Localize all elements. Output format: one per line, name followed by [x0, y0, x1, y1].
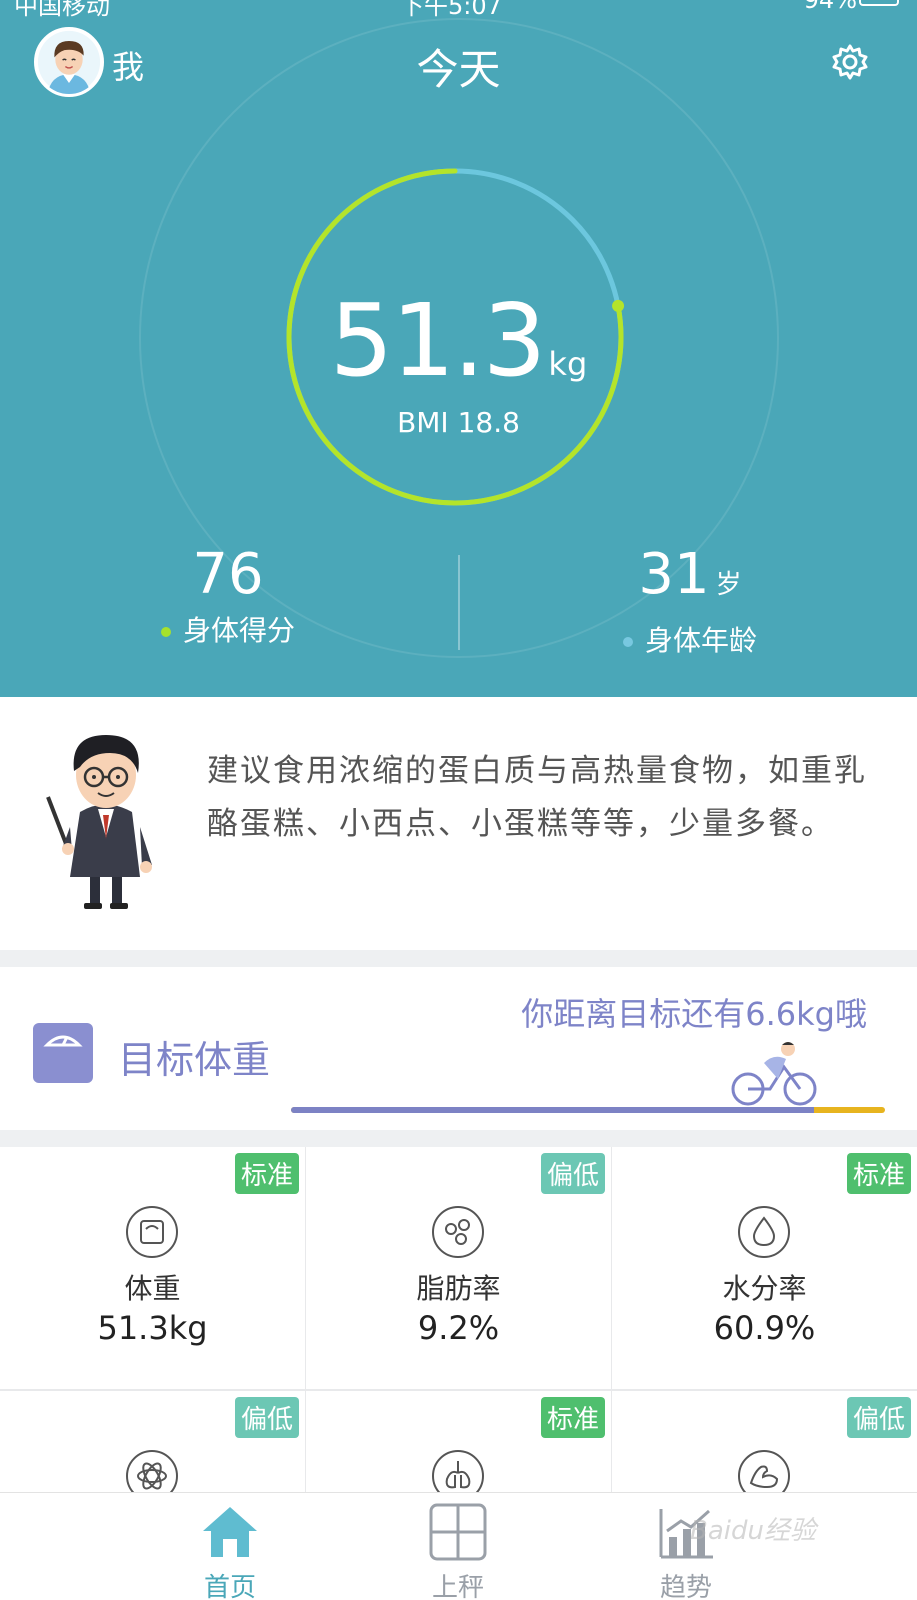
scale-icon — [429, 1503, 487, 1561]
goal-remaining-message: 你距离目标还有6.6kg哦 — [521, 995, 867, 1033]
weight-readout: 51.3 kg — [0, 282, 917, 399]
teacher-mascot-icon — [46, 735, 152, 909]
metrics-grid: 标准 体重 51.3kg 偏低 脂肪率 9.2% 标准 水分率 60.9% 偏低 — [0, 1147, 917, 1600]
status-badge: 偏低 — [234, 1397, 299, 1438]
tab-home-label: 首页 — [203, 1573, 256, 1600]
cyclist-icon — [731, 1042, 817, 1106]
bmi-label: BMI 18.8 — [397, 406, 520, 439]
battery-label: 94% — [803, 0, 857, 14]
status-badge: 标准 — [234, 1153, 299, 1194]
metric-label: 脂肪率 — [416, 1272, 501, 1305]
metric-card-body-fat[interactable]: 偏低 脂肪率 9.2% — [306, 1147, 611, 1389]
stats-divider — [458, 555, 460, 650]
hero-panel: 中国移动 下午5:07 94% 我 今天 51.3 kg BMI 18.8 76… — [0, 0, 917, 697]
goal-weight-card[interactable]: 目标体重 你距离目标还有6.6kg哦 — [0, 967, 917, 1130]
fat-cells-icon — [432, 1206, 484, 1258]
metric-label: 水分率 — [722, 1272, 807, 1305]
body-age-value-row: 31 岁 — [540, 545, 840, 615]
metric-value: 9.2% — [417, 1309, 500, 1347]
body-score-value: 76 — [192, 542, 264, 607]
gear-icon[interactable] — [830, 42, 870, 82]
body-age-value: 31 — [638, 542, 710, 607]
weight-unit: kg — [548, 345, 588, 383]
goal-weight-label: 目标体重 — [118, 1038, 271, 1082]
tab-trend-label: 趋势 — [659, 1573, 712, 1600]
section-divider — [0, 950, 917, 967]
green-dot-icon — [160, 627, 171, 637]
advice-card: 建议食用浓缩的蛋白质与高热量食物，如重乳酪蛋糕、小西点、小蛋糕等等，少量多餐。 — [0, 697, 917, 950]
metric-card-water[interactable]: 标准 水分率 60.9% — [612, 1147, 917, 1389]
status-badge: 偏低 — [540, 1153, 605, 1194]
metric-label: 体重 — [124, 1272, 181, 1305]
carrier-label: 中国移动 — [14, 0, 110, 20]
page-title: 今天 — [416, 45, 501, 94]
home-icon — [203, 1507, 257, 1557]
blue-dot-icon — [622, 637, 633, 647]
status-badge: 标准 — [846, 1153, 911, 1194]
watermark-logo: Baidu经验 — [690, 1516, 816, 1546]
tab-weigh-label: 上秤 — [431, 1573, 484, 1600]
clock-label: 下午5:07 — [400, 0, 502, 20]
metric-card-weight[interactable]: 标准 体重 51.3kg — [0, 1147, 305, 1389]
body-age-label: 身体年龄 — [540, 619, 840, 659]
metric-value: 60.9% — [713, 1309, 816, 1347]
bathroom-scale-icon — [33, 1023, 93, 1083]
tab-weigh[interactable]: 上秤 — [398, 1501, 518, 1600]
metric-value: 51.3kg — [97, 1309, 208, 1347]
goal-progress-fill — [291, 1107, 814, 1113]
section-divider — [0, 1130, 917, 1147]
goal-progress-track — [291, 1107, 885, 1113]
scale-metric-icon — [126, 1206, 178, 1258]
body-age-text: 身体年龄 — [644, 624, 757, 657]
status-badge: 标准 — [540, 1397, 605, 1438]
status-bar: 中国移动 下午5:07 94% — [0, 0, 917, 20]
body-score-stat[interactable]: 76 身体得分 — [78, 545, 378, 649]
body-score-text: 身体得分 — [182, 614, 295, 647]
tab-home[interactable]: 首页 — [170, 1501, 290, 1600]
status-badge: 偏低 — [846, 1397, 911, 1438]
weight-value: 51.3 — [329, 282, 547, 399]
body-score-label: 身体得分 — [78, 609, 378, 649]
water-drop-icon — [738, 1206, 790, 1258]
body-age-stat[interactable]: 31 岁 身体年龄 — [540, 545, 840, 659]
battery-icon — [859, 0, 899, 6]
advice-text: 建议食用浓缩的蛋白质与高热量食物，如重乳酪蛋糕、小西点、小蛋糕等等，少量多餐。 — [207, 753, 867, 842]
body-age-suffix: 岁 — [715, 570, 742, 600]
